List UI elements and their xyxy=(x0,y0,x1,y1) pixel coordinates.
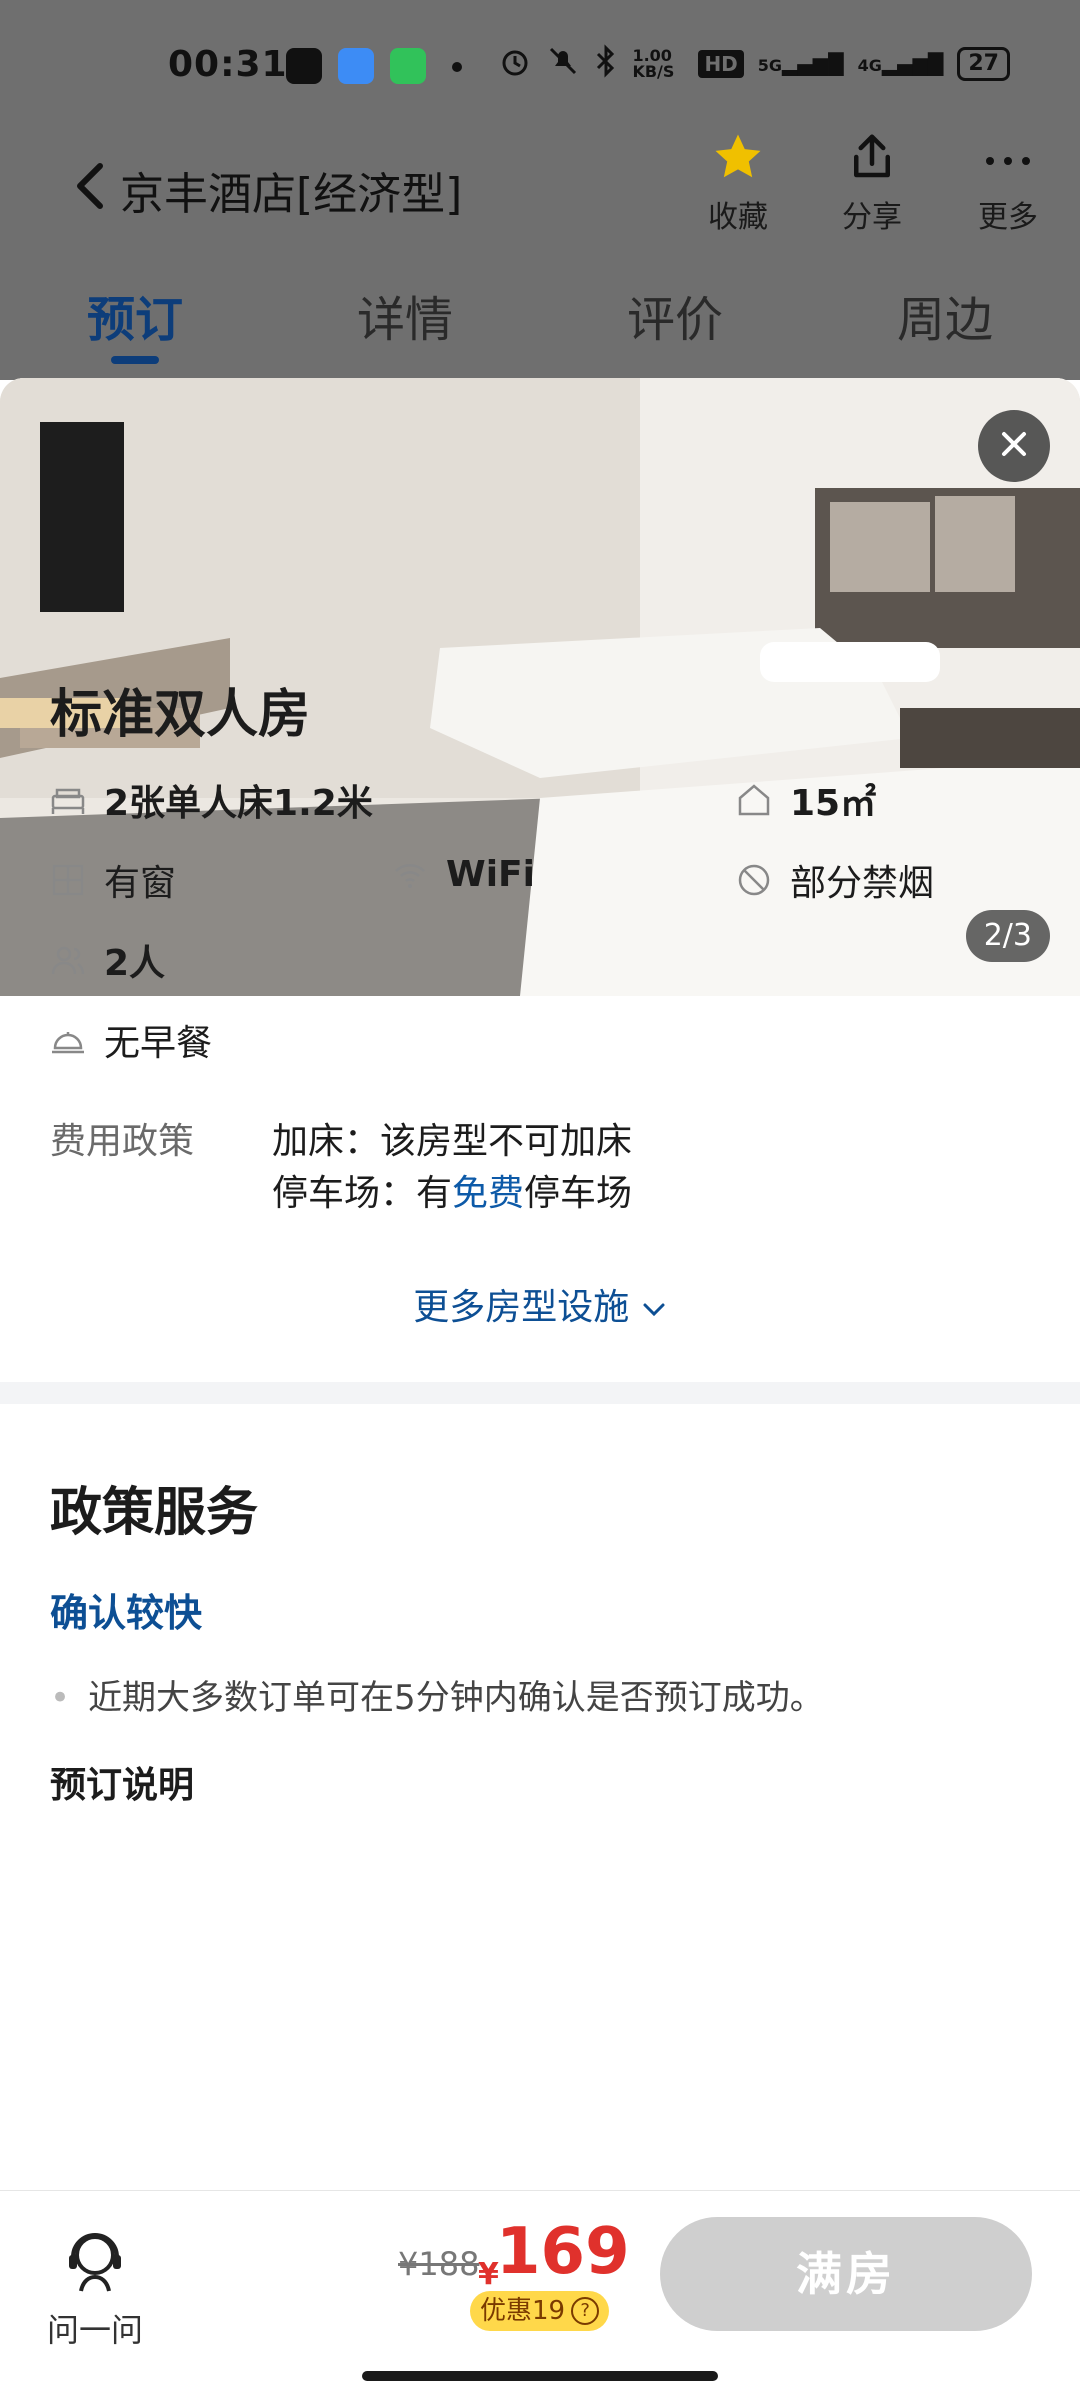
signal-5g-label: 5G xyxy=(757,55,783,75)
chevron-down-icon xyxy=(641,1287,667,1328)
confirm-text: 近期大多数订单可在5分钟内确认是否预订成功。 xyxy=(50,1670,824,1719)
status-time: 00:31 xyxy=(168,44,288,85)
bluetooth-icon xyxy=(594,44,618,83)
mute-icon xyxy=(546,44,580,83)
facility-window: 有窗 xyxy=(50,854,176,906)
room-name: 标准双人房 xyxy=(50,685,311,745)
discount-badge[interactable]: 优惠19 ? xyxy=(470,2291,610,2331)
parking-free-highlight: 免费 xyxy=(452,1173,525,1214)
hotel-title: 京丰酒店[经济型] xyxy=(120,169,463,220)
share-icon xyxy=(845,130,899,192)
facility-smoking: 部分禁烟 xyxy=(736,854,934,906)
wifi-text: WiFi xyxy=(446,854,535,895)
tab-reviews[interactable]: 评价 xyxy=(540,280,810,370)
more-button[interactable]: 更多 xyxy=(958,130,1058,236)
facility-breakfast: 无早餐 xyxy=(50,1014,212,1066)
ask-button[interactable]: 问一问 xyxy=(40,2221,150,2351)
breakfast-text: 无早餐 xyxy=(104,1023,213,1064)
message-app-icon xyxy=(338,48,374,84)
close-icon xyxy=(998,428,1030,464)
facility-bed: 2张单人床1.2米 xyxy=(50,774,373,826)
tab-booking[interactable]: 预订 xyxy=(0,280,270,370)
facility-area: 15㎡ xyxy=(736,774,876,826)
back-arrow-icon[interactable] xyxy=(66,150,110,220)
area-icon xyxy=(736,782,772,818)
facility-wifi: WiFi xyxy=(392,854,535,895)
bed-icon xyxy=(50,782,86,818)
original-price: ¥188 xyxy=(398,2245,480,2283)
confirm-heading: 确认较快 xyxy=(50,1591,203,1635)
top-navigation-bar: 京丰酒店[经济型] 收藏 分享 更多 xyxy=(0,120,1080,250)
photo-pager: 2/3 xyxy=(965,910,1050,962)
share-label: 分享 xyxy=(842,200,902,235)
more-facilities-label: 更多房型设施 xyxy=(413,1287,630,1328)
network-speed: 1.00 KB/S xyxy=(632,45,675,81)
parking-suffix: 停车场 xyxy=(524,1173,633,1214)
fully-booked-button[interactable]: 满房 xyxy=(660,2217,1032,2331)
star-icon xyxy=(711,130,765,192)
no-smoking-icon xyxy=(736,862,772,898)
current-price: 169 xyxy=(496,2215,630,2289)
more-icon xyxy=(981,144,1035,179)
status-bar: 00:31 1.00 KB/S HD 5G▂▄▆█ 4G▂▄▆█ 27 xyxy=(0,0,1080,140)
question-icon: ? xyxy=(571,2297,600,2325)
bed-text: 2张单人床1.2米 xyxy=(104,783,373,824)
tab-details[interactable]: 详情 xyxy=(270,280,540,370)
status-indicators: 1.00 KB/S HD 5G▂▄▆█ 4G▂▄▆█ 27 xyxy=(498,44,1010,83)
smoking-text: 部分禁烟 xyxy=(790,863,935,904)
favorite-label: 收藏 xyxy=(708,200,768,235)
hd-icon: HD xyxy=(698,49,744,78)
extra-bed-policy: 加床：该房型不可加床 xyxy=(272,1121,633,1162)
parking-policy: 停车场：有免费停车场 xyxy=(272,1164,632,1216)
signal-4g-label: 4G xyxy=(857,55,882,75)
wifi-icon xyxy=(392,857,428,893)
notification-dot-icon xyxy=(452,62,462,72)
meal-cloche-icon xyxy=(50,1022,86,1058)
area-text: 15㎡ xyxy=(790,783,877,824)
more-facilities-link[interactable]: 更多房型设施 xyxy=(0,1278,1080,1330)
signal-5g-icon: 5G▂▄▆█ xyxy=(757,51,844,76)
room-detail-sheet: 2/3 标准双人房 2张单人床1.2米 15㎡ 有窗 WiFi 部分禁烟 2人 … xyxy=(0,378,1080,2400)
share-button[interactable]: 分享 xyxy=(822,130,922,236)
ask-label: 问一问 xyxy=(46,2311,143,2349)
fee-policy-label: 费用政策 xyxy=(50,1121,195,1162)
alarm-icon xyxy=(498,44,532,83)
customer-service-icon xyxy=(57,2233,133,2305)
capcut-app-icon xyxy=(286,48,322,84)
more-label: 更多 xyxy=(978,200,1038,235)
close-button[interactable] xyxy=(978,410,1050,482)
guests-text: 2人 xyxy=(104,943,166,984)
policy-section-title: 政策服务 xyxy=(50,1483,259,1543)
facility-guests: 2人 xyxy=(50,934,165,986)
bottom-action-bar: 问一问 ¥188 ¥ 169 优惠19 ? 满房 xyxy=(0,2190,1080,2400)
window-text: 有窗 xyxy=(104,863,177,904)
discount-text: 优惠19 xyxy=(480,2296,566,2326)
signal-4g-icon: 4G▂▄▆█ xyxy=(857,51,944,76)
section-divider xyxy=(0,1382,1080,1404)
favorite-button[interactable]: 收藏 xyxy=(688,130,788,236)
home-indicator xyxy=(362,2371,718,2381)
battery-icon: 27 xyxy=(957,46,1010,81)
tab-bar: 预订 详情 评价 周边 xyxy=(0,280,1080,370)
chat-app-icon xyxy=(390,48,426,84)
parking-prefix: 停车场：有 xyxy=(272,1173,453,1214)
guests-icon xyxy=(50,942,86,978)
tab-nearby[interactable]: 周边 xyxy=(810,280,1080,370)
window-icon xyxy=(50,862,86,898)
booking-notes-heading: 预订说明 xyxy=(50,1765,195,1806)
